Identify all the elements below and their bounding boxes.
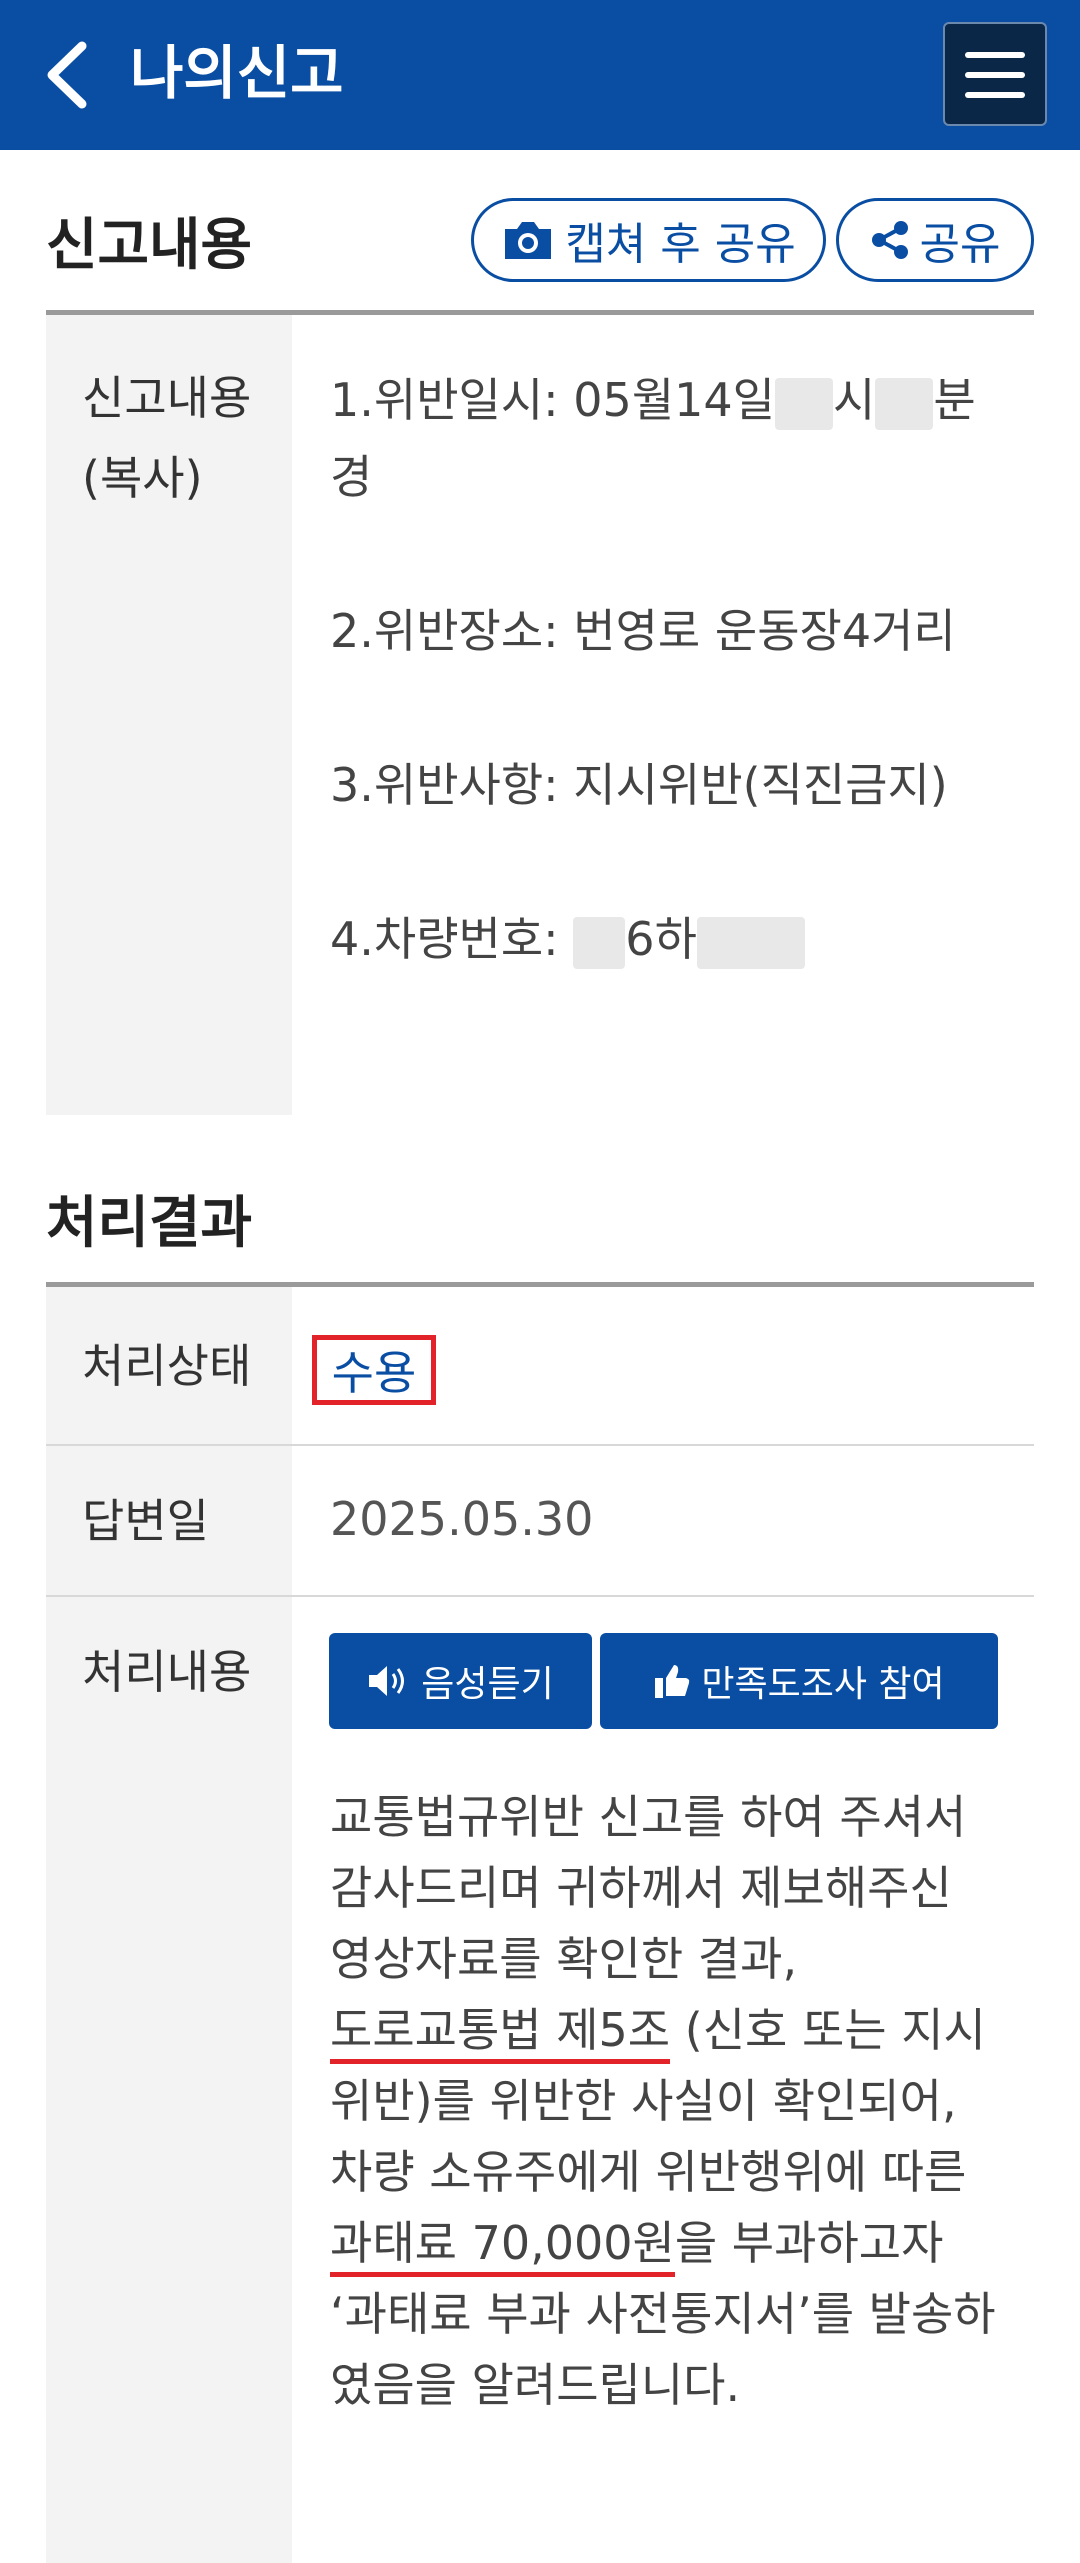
report-section-title: 신고내용 (46, 213, 253, 278)
hamburger-menu-icon[interactable] (943, 22, 1047, 126)
result-section-title: 처리결과 (46, 1191, 253, 1256)
reply-date-label: 답변일 (82, 1494, 209, 1548)
report-violation: 3.위반사항: 지시위반(직진금지) (330, 758, 948, 812)
share-icon (871, 221, 908, 259)
status-value: 수용 (312, 1335, 436, 1405)
survey-button[interactable]: 만족도조사 참여 (600, 1633, 998, 1729)
capture-share-button[interactable]: 캡쳐 후 공유 (471, 198, 826, 282)
fine-amount-highlight: 과태료 70,000원 (330, 2216, 675, 2277)
report-label-line2: (복사) (82, 451, 203, 505)
report-date-suffix: 경 (330, 450, 373, 504)
share-label: 공유 (919, 219, 1001, 270)
capture-share-label: 캡쳐 후 공유 (565, 219, 796, 270)
share-button[interactable]: 공유 (836, 198, 1034, 282)
chevron-left-icon[interactable] (38, 38, 98, 113)
report-date-line: 1.위반일시: 05월14일 시 분 (330, 362, 976, 439)
report-vehicle-line: 4.차량번호: 6하 (330, 901, 805, 978)
page-title: 나의신고 (130, 39, 344, 107)
content-label-cell (46, 1597, 292, 2563)
masked-text (775, 377, 833, 430)
thumbs-up-icon (655, 1665, 690, 1698)
listen-button[interactable]: 음성듣기 (329, 1633, 592, 1729)
law-article-highlight: 도로교통법 제5조 (330, 2003, 671, 2064)
reply-date-value: 2025.05.30 (330, 1492, 594, 1546)
masked-text (696, 916, 805, 969)
speaker-icon (369, 1666, 405, 1696)
app-bar: 나의신고 (0, 0, 1080, 150)
result-content-text: 교통법규위반 신고를 하여 주셔서 감사드리며 귀하께서 제보해주신 영상자료를… (330, 1790, 996, 2412)
report-location: 2.위반장소: 번영로 운동장4거리 (330, 604, 956, 658)
report-label-line1: 신고내용 (82, 371, 252, 425)
status-label: 처리상태 (82, 1339, 252, 1393)
content-label: 처리내용 (82, 1645, 252, 1699)
masked-text (573, 916, 626, 969)
masked-text (875, 377, 934, 430)
camera-icon (505, 222, 552, 259)
